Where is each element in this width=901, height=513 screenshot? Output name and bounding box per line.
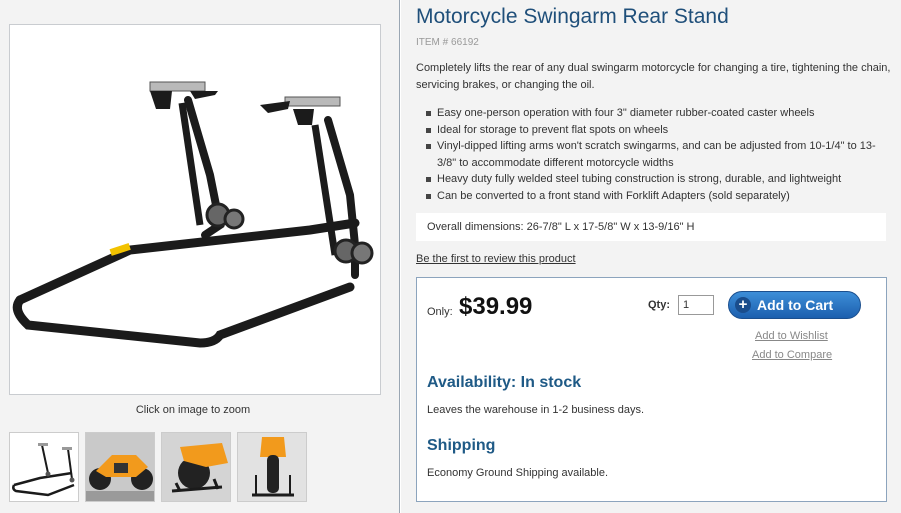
add-to-cart-button[interactable]: + Add to Cart	[728, 291, 861, 319]
stand-thumbnail-image	[12, 443, 75, 497]
motorcycle-rear-thumbnail-image	[238, 433, 306, 501]
plus-icon: +	[735, 297, 751, 313]
add-to-wishlist-link[interactable]: Add to Wishlist	[755, 330, 828, 342]
add-to-compare-link[interactable]: Add to Compare	[752, 349, 832, 361]
product-title: Motorcycle Swingarm Rear Stand	[416, 5, 729, 28]
write-review-link[interactable]: Be the first to review this product	[416, 253, 576, 265]
motorcycle-rear-quarter-thumbnail-image	[162, 433, 230, 501]
thumbnail-motorcycle-rear[interactable]	[237, 432, 307, 502]
shipping-note: Economy Ground Shipping available.	[427, 467, 609, 479]
item-number: ITEM # 66192	[416, 37, 479, 48]
product-gallery: Click on image to zoom	[0, 0, 400, 513]
thumbnail-motorcycle-side[interactable]	[85, 432, 155, 502]
thumbnail-motorcycle-rear-quarter[interactable]	[161, 432, 231, 502]
shipping-heading: Shipping	[427, 437, 496, 454]
buy-box: Only: $39.99 Qty: + Add to Cart Add to W…	[416, 277, 887, 502]
quantity-input[interactable]	[678, 295, 714, 315]
availability-status: Availability: In stock	[427, 374, 582, 391]
quantity-label: Qty:	[648, 299, 670, 311]
overall-dimensions: Overall dimensions: 26-7/8" L x 17-5/8" …	[416, 213, 886, 241]
product-description: Completely lifts the rear of any dual sw…	[416, 62, 891, 91]
feature-item: Heavy duty fully welded steel tubing con…	[423, 171, 883, 188]
zoom-hint: Click on image to zoom	[135, 404, 251, 416]
swingarm-stand-illustration	[12, 81, 374, 348]
product-info-panel: Motorcycle Swingarm Rear Stand ITEM # 66…	[401, 0, 901, 513]
availability-note: Leaves the warehouse in 1-2 business day…	[427, 404, 645, 416]
add-to-cart-label: Add to Cart	[757, 297, 834, 313]
feature-item: Can be converted to a front stand with F…	[423, 188, 883, 205]
feature-list: Easy one-person operation with four 3" d…	[423, 105, 883, 204]
motorcycle-side-thumbnail-image	[86, 433, 154, 501]
thumbnail-stand[interactable]	[9, 432, 79, 502]
feature-item: Vinyl-dipped lifting arms won't scratch …	[423, 138, 883, 171]
feature-item: Ideal for storage to prevent flat spots …	[423, 122, 883, 139]
feature-item: Easy one-person operation with four 3" d…	[423, 105, 883, 122]
price: $39.99	[459, 293, 533, 320]
main-product-image[interactable]	[9, 24, 381, 395]
price-prefix: Only:	[427, 306, 453, 318]
